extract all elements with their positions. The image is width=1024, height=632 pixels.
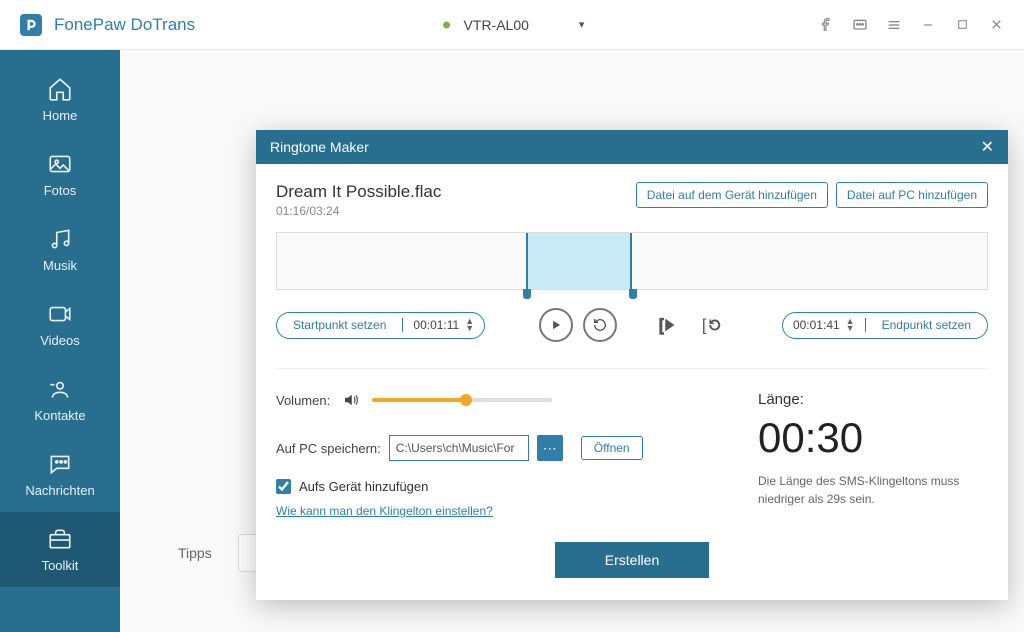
selection-handle-start[interactable] [523, 289, 531, 299]
file-name: Dream It Possible.flac [276, 182, 441, 202]
open-button[interactable]: Öffnen [581, 436, 643, 460]
close-icon[interactable] [988, 17, 1004, 33]
svg-text:[: [ [658, 317, 663, 335]
selection-handle-end[interactable] [629, 289, 637, 299]
speaker-icon [342, 391, 360, 409]
set-end-button[interactable]: Endpunkt setzen [866, 318, 987, 332]
sidebar-item-videos[interactable]: Videos [0, 287, 120, 362]
sidebar: Home Fotos Musik Videos Kontakte Nachric… [0, 50, 120, 632]
add-from-device-button[interactable]: Datei auf dem Gerät hinzufügen [636, 182, 828, 208]
loop-section-button[interactable]: [ [695, 308, 729, 342]
create-button[interactable]: Erstellen [555, 542, 709, 578]
end-time-input[interactable]: 00:01:41 ▲▼ [783, 318, 866, 332]
length-hint: Die Länge des SMS-Klingeltons muss niedr… [758, 472, 988, 508]
end-point-control: 00:01:41 ▲▼ Endpunkt setzen [782, 312, 988, 339]
file-time: 01:16/03:24 [276, 204, 441, 218]
start-time-input[interactable]: 00:01:11 ▲▼ [402, 318, 484, 332]
volume-label: Volumen: [276, 393, 330, 408]
tipps-label: Tipps [178, 545, 212, 561]
modal-title: Ringtone Maker [270, 139, 369, 155]
menu-icon[interactable] [886, 17, 902, 33]
sidebar-item-label: Nachrichten [25, 483, 94, 498]
length-label: Länge: [758, 391, 988, 408]
device-name: VTR-AL00 [464, 17, 529, 33]
play-button[interactable] [539, 308, 573, 342]
sidebar-item-label: Musik [43, 258, 77, 273]
sidebar-item-nachrichten[interactable]: Nachrichten [0, 437, 120, 512]
sidebar-item-musik[interactable]: Musik [0, 212, 120, 287]
spinner-icon[interactable]: ▲▼ [465, 318, 474, 332]
waveform[interactable] [276, 232, 988, 290]
add-to-device-label: Aufs Gerät hinzufügen [299, 479, 428, 494]
browse-button[interactable]: ⋯ [537, 435, 563, 461]
app-title: FonePaw DoTrans [54, 15, 195, 35]
sidebar-item-label: Home [43, 108, 78, 123]
sidebar-item-fotos[interactable]: Fotos [0, 137, 120, 212]
start-point-control: Startpunkt setzen 00:01:11 ▲▼ [276, 312, 485, 339]
maximize-icon[interactable] [954, 17, 970, 33]
android-icon [440, 18, 454, 32]
save-path-input[interactable] [389, 435, 529, 461]
modal-close-icon[interactable]: ✕ [981, 137, 994, 157]
skip-to-start-button[interactable]: [ [651, 308, 685, 342]
sidebar-item-home[interactable]: Home [0, 62, 120, 137]
minimize-icon[interactable] [920, 17, 936, 33]
volume-slider[interactable] [372, 398, 552, 402]
sidebar-item-label: Fotos [44, 183, 77, 198]
sidebar-item-toolkit[interactable]: Toolkit [0, 512, 120, 587]
titlebar: FonePaw DoTrans VTR-AL00 ▾ [0, 0, 1024, 50]
facebook-icon[interactable] [818, 17, 834, 33]
waveform-selection[interactable] [526, 233, 633, 289]
titlebar-actions [818, 17, 1004, 33]
sidebar-item-label: Toolkit [42, 558, 79, 573]
spinner-icon[interactable]: ▲▼ [846, 318, 855, 332]
app-logo-icon [20, 14, 42, 36]
add-from-pc-button[interactable]: Datei auf PC hinzufügen [836, 182, 988, 208]
set-start-button[interactable]: Startpunkt setzen [277, 318, 402, 332]
sidebar-item-kontakte[interactable]: Kontakte [0, 362, 120, 437]
content-area: Tipps › Ringtone Maker ✕ Dream It Possib… [120, 50, 1024, 632]
feedback-icon[interactable] [852, 17, 868, 33]
svg-text:[: [ [701, 317, 706, 335]
add-to-device-checkbox[interactable] [276, 479, 291, 494]
length-value: 00:30 [758, 414, 988, 462]
sidebar-item-label: Videos [40, 333, 80, 348]
device-selector[interactable]: VTR-AL00 ▾ [440, 17, 585, 33]
chevron-down-icon: ▾ [579, 18, 585, 31]
ringtone-modal: Ringtone Maker ✕ Dream It Possible.flac … [256, 130, 1008, 600]
modal-header: Ringtone Maker ✕ [256, 130, 1008, 164]
sidebar-item-label: Kontakte [34, 408, 85, 423]
slider-thumb[interactable] [460, 394, 472, 406]
save-path-label: Auf PC speichern: [276, 441, 381, 456]
replay-button[interactable] [583, 308, 617, 342]
help-link[interactable]: Wie kann man den Klingelton einstellen? [276, 504, 493, 518]
